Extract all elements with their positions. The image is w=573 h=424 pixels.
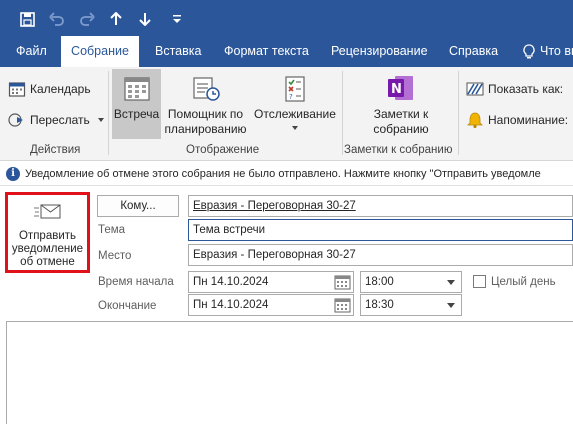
bell-icon <box>466 111 484 129</box>
lightbulb-icon <box>523 43 535 58</box>
info-bar: i Уведомление об отмене этого собрания н… <box>0 162 573 186</box>
info-icon: i <box>6 166 20 181</box>
end-time-label: Окончание <box>98 300 157 312</box>
quick-access-toolbar <box>0 0 573 36</box>
show-as-icon <box>466 80 484 98</box>
tab-tell-me[interactable]: Что вы <box>523 36 573 67</box>
onenote-icon: N <box>386 73 416 103</box>
reminder-control[interactable]: Напоминание: <box>466 109 568 131</box>
date-picker-icon[interactable] <box>334 297 351 313</box>
forward-icon <box>8 111 26 129</box>
show-as-label: Показать как: <box>488 82 564 96</box>
to-field-value: Евразия - Переговорная 30-27 <box>193 200 356 212</box>
meeting-notes-label-2: собранию <box>373 122 429 136</box>
scheduling-assistant-button[interactable]: Помощник по планированию <box>163 75 248 137</box>
tab-meeting[interactable]: Собрание <box>61 36 139 67</box>
location-label: Место <box>98 250 132 262</box>
subject-field-value: Тема встречи <box>193 224 266 236</box>
meeting-label: Встреча <box>113 107 160 121</box>
meeting-calendar-icon <box>123 75 151 103</box>
meeting-notes-button[interactable]: N Заметки к собранию <box>348 73 454 137</box>
ribbon-separator <box>342 71 343 155</box>
to-field[interactable]: Евразия - Переговорная 30-27 <box>188 195 573 217</box>
all-day-checkbox[interactable] <box>473 275 486 288</box>
to-button[interactable]: Кому... <box>97 195 179 217</box>
ribbon: Календарь Переслать Действия Встреча Пом… <box>0 67 573 161</box>
send-envelope-icon <box>34 204 62 223</box>
end-date-field[interactable]: Пн 14.10.2024 <box>188 294 354 316</box>
forward-button[interactable]: Переслать <box>8 109 104 131</box>
calendar-icon <box>8 80 26 98</box>
reminder-label: Напоминание: <box>488 113 569 127</box>
send-label-line-3: об отмене <box>20 256 75 268</box>
end-time-value: 18:30 <box>365 299 394 311</box>
date-picker-icon[interactable] <box>334 274 351 290</box>
arrow-up-icon[interactable] <box>103 6 129 32</box>
chevron-down-icon[interactable] <box>447 303 455 308</box>
scheduling-assistant-label-2: планированию <box>164 122 247 136</box>
calendar-button[interactable]: Календарь <box>8 78 91 100</box>
subject-label: Тема <box>98 224 126 236</box>
tracking-icon: ? <box>281 75 309 103</box>
start-time-label: Время начала <box>98 276 174 288</box>
group-label-display: Отображение <box>186 144 260 156</box>
group-label-notes: Заметки к собранию <box>344 144 453 156</box>
end-time-field[interactable]: 18:30 <box>360 294 462 316</box>
meeting-button[interactable]: Встреча <box>112 75 161 122</box>
tracking-label: Отслеживание <box>254 107 336 121</box>
show-as-control[interactable]: Показать как: <box>466 78 563 100</box>
ribbon-separator <box>108 71 109 155</box>
send-label-line-2: уведомление <box>11 243 84 255</box>
tab-file[interactable]: Файл <box>16 36 47 67</box>
ribbon-separator <box>458 71 459 155</box>
send-cancellation-button[interactable]: Отправить уведомление об отмене <box>5 192 90 273</box>
location-field[interactable]: Евразия - Переговорная 30-27 <box>188 244 573 266</box>
ribbon-tabs: Файл Собрание Вставка Формат текста Реце… <box>0 36 573 67</box>
tab-help[interactable]: Справка <box>449 36 498 67</box>
tracking-button[interactable]: ? Отслеживание <box>252 75 338 130</box>
message-body-editor[interactable] <box>6 321 573 424</box>
forward-dropdown-icon[interactable] <box>97 118 104 122</box>
all-day-label: Целый день <box>491 276 556 288</box>
location-field-value: Евразия - Переговорная 30-27 <box>193 249 356 261</box>
info-bar-text: Уведомление об отмене этого собрания не … <box>25 167 541 180</box>
undo-icon[interactable] <box>44 6 70 32</box>
tell-me-label: Что вы <box>540 44 573 58</box>
chevron-down-icon[interactable] <box>447 280 455 285</box>
meeting-notes-label-1: Заметки к <box>373 107 429 121</box>
arrow-down-icon[interactable] <box>132 6 158 32</box>
scheduling-assistant-icon <box>191 75 221 103</box>
calendar-label: Календарь <box>30 82 91 96</box>
start-date-value: Пн 14.10.2024 <box>193 276 269 288</box>
scheduling-assistant-label-1: Помощник по <box>167 107 244 121</box>
tab-format-text[interactable]: Формат текста <box>224 36 309 67</box>
send-cancellation-label: Отправить уведомление об отмене <box>8 230 87 269</box>
subject-field[interactable]: Тема встречи <box>188 219 573 241</box>
customize-icon[interactable] <box>164 6 190 32</box>
save-icon[interactable] <box>14 6 40 32</box>
tab-insert[interactable]: Вставка <box>155 36 201 67</box>
tracking-dropdown-icon <box>292 126 298 130</box>
start-date-field[interactable]: Пн 14.10.2024 <box>188 271 354 293</box>
group-label-actions: Действия <box>30 144 81 156</box>
redo-icon[interactable] <box>74 6 100 32</box>
svg-text:?: ? <box>289 93 293 101</box>
start-time-field[interactable]: 18:00 <box>360 271 462 293</box>
svg-text:N: N <box>391 82 402 97</box>
forward-label: Переслать <box>30 113 90 127</box>
send-label-line-1: Отправить <box>18 230 77 242</box>
end-date-value: Пн 14.10.2024 <box>193 299 269 311</box>
start-time-value: 18:00 <box>365 276 394 288</box>
tab-review[interactable]: Рецензирование <box>331 36 428 67</box>
